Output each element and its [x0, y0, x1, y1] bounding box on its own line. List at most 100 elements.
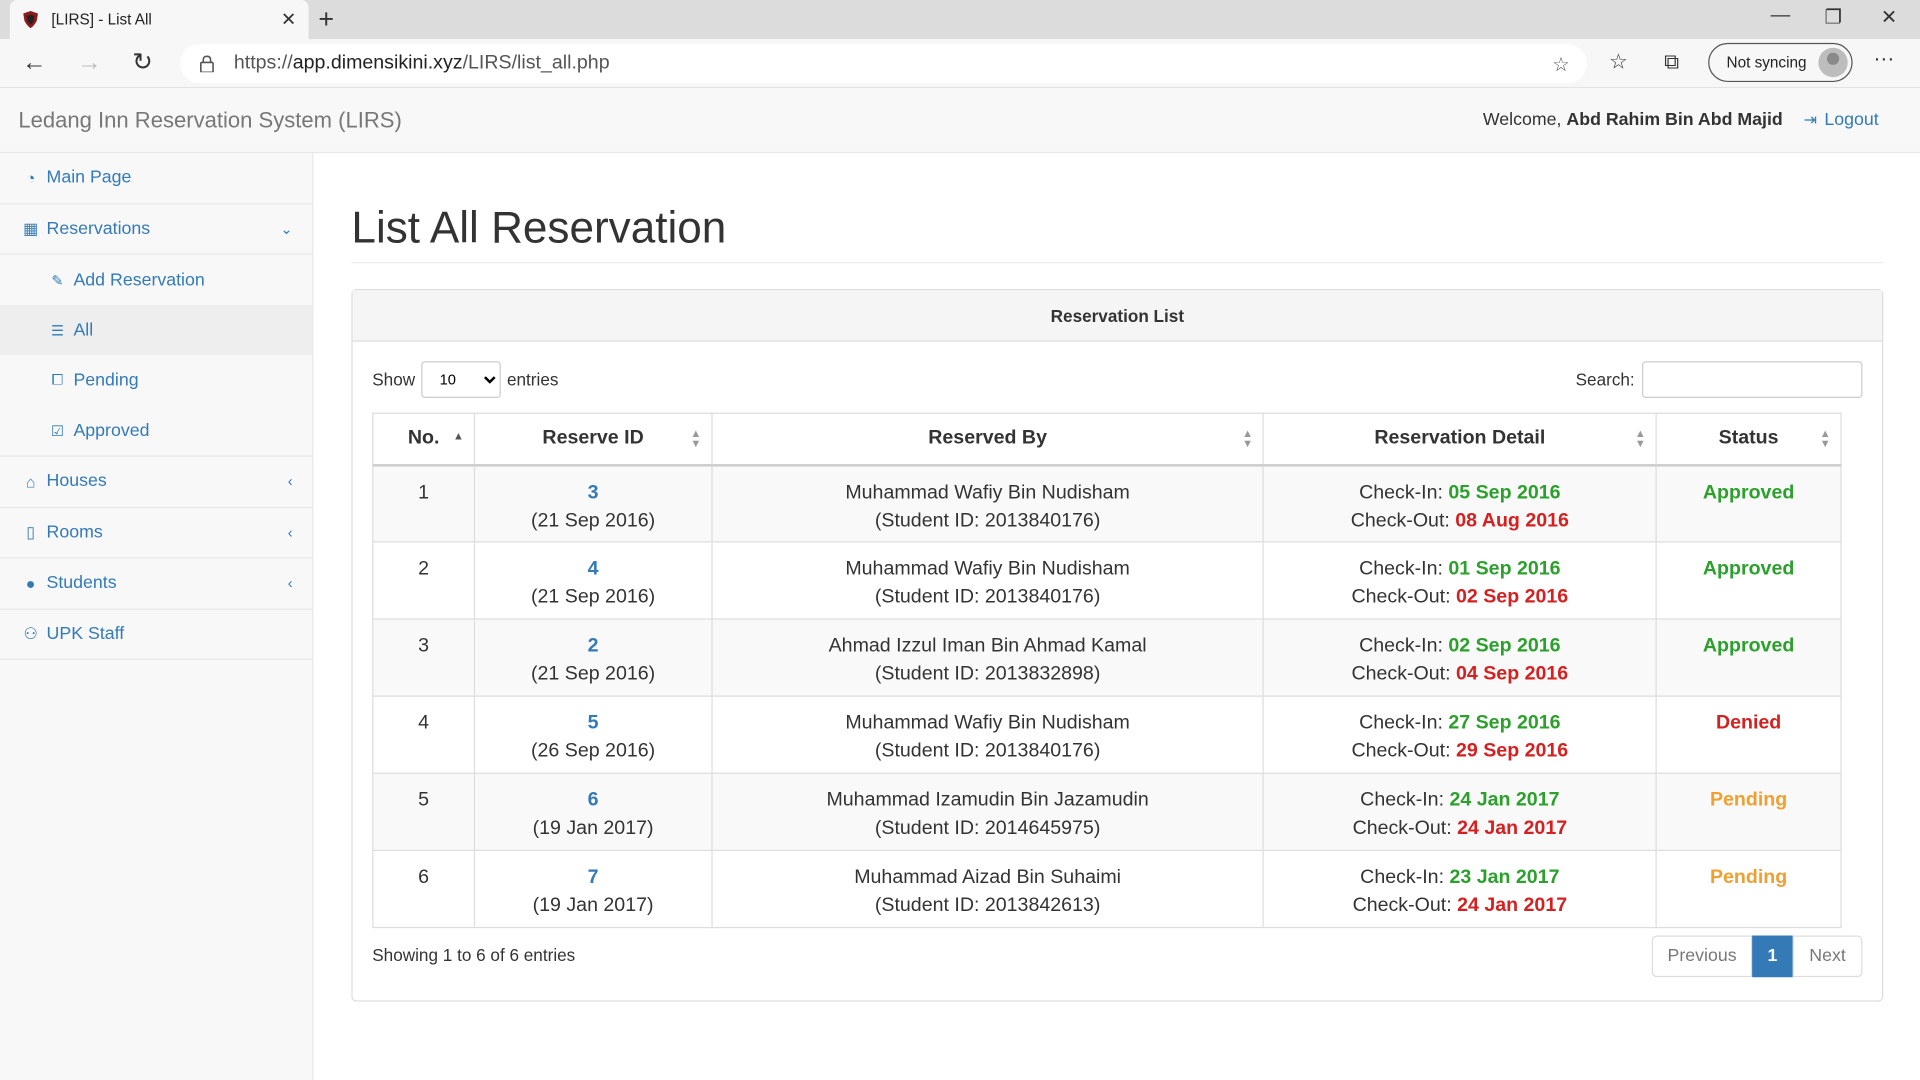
reserve-id-link[interactable]: 6: [588, 790, 599, 811]
checkout-date: 02 Sep 2016: [1455, 586, 1569, 608]
address-bar[interactable]: https://app.dimensikini.xyz/LIRS/list_al…: [180, 44, 1587, 84]
row-number: 6: [418, 866, 430, 888]
student-id: (Student ID: 2013832898): [874, 663, 1101, 685]
cell-reserve-id: 4 (21 Sep 2016): [473, 541, 713, 620]
sidebar-item-upk-staff[interactable]: ⚇ UPK Staff: [0, 609, 313, 661]
checkin-label: Check-In:: [1360, 866, 1450, 888]
sort-icon: ▲ ▼: [690, 427, 702, 450]
sidebar-label: Students: [46, 573, 117, 593]
chevron-left-icon: ‹: [287, 472, 293, 491]
status-badge: Approved: [1702, 558, 1795, 580]
cell-no: 1: [372, 464, 476, 543]
brand-title[interactable]: Ledang Inn Reservation System (LIRS): [18, 108, 401, 134]
forward-icon[interactable]: →: [77, 49, 101, 76]
sidebar-item-rooms[interactable]: ▯ Rooms ‹: [0, 508, 313, 559]
panel-heading: Reservation List: [352, 290, 1883, 342]
column-label: No.: [407, 427, 440, 449]
browser-tab[interactable]: [LIRS] - List All ✕: [9, 0, 309, 40]
sort-icon: ▲ ▼: [1819, 427, 1831, 450]
chevron-left-icon: ‹: [287, 523, 293, 541]
student-name: Muhammad Aizad Bin Suhaimi: [854, 866, 1122, 888]
table-row: 3 2 (21 Sep 2016) Ahmad Izzul Iman Bin Ahma…: [372, 618, 1842, 697]
share-square-icon: ⧠: [51, 371, 64, 389]
new-tab-icon[interactable]: +: [318, 4, 334, 34]
student-name: Muhammad Wafiy Bin Nudisham: [845, 558, 1130, 580]
next-page-button[interactable]: Next: [1792, 935, 1863, 978]
reserve-date: (21 Sep 2016): [530, 586, 656, 608]
checkin-label: Check-In:: [1359, 481, 1449, 503]
table-row: 4 5 (26 Sep 2016) Muhammad Wafiy Bin Nudish…: [372, 695, 1842, 774]
more-menu-icon[interactable]: ···: [1873, 47, 1894, 71]
cell-reserved-by: Muhammad Aizad Bin Suhaimi (Student ID: 2…: [711, 849, 1265, 929]
reserve-id-link[interactable]: 3: [588, 482, 599, 503]
status-badge: Approved: [1702, 635, 1795, 657]
table-row: 5 6 (19 Jan 2017) Muhammad Izamudin Bin Jaz…: [372, 772, 1842, 852]
cell-detail: Check-In: 05 Sep 2016 Check-Out: 08 Aug 2…: [1262, 464, 1657, 543]
cell-no: 6: [372, 849, 476, 929]
search-input[interactable]: [1642, 361, 1863, 398]
student-name: Ahmad Izzul Iman Bin Ahmad Kamal: [828, 635, 1147, 657]
sidebar-item-approved[interactable]: ☑ Approved: [0, 405, 312, 455]
previous-page-button[interactable]: Previous: [1651, 935, 1753, 978]
checkin-label: Check-In:: [1360, 789, 1450, 811]
sidebar-item-add-reservation[interactable]: ✎ Add Reservation: [0, 255, 312, 305]
url-host: app.dimensikini.xyz: [292, 52, 463, 74]
column-header-reserved-by[interactable]: Reserved By ▲ ▼: [711, 412, 1265, 466]
column-header-reserve-id[interactable]: Reserve ID ▲ ▼: [473, 412, 713, 466]
page-length-select[interactable]: 10: [421, 361, 501, 398]
student-id: (Student ID: 2013840176): [874, 510, 1101, 531]
url-path: /LIRS/list_all.php: [462, 52, 610, 74]
reserve-id-link[interactable]: 7: [588, 867, 599, 888]
sidebar-label: Rooms: [46, 522, 103, 543]
column-header-detail[interactable]: Reservation Detail ▲ ▼: [1262, 412, 1657, 466]
sidebar-item-houses[interactable]: ⌂ Houses ‹: [0, 457, 313, 508]
sidebar-label: Reservations: [46, 218, 151, 239]
reserve-id-link[interactable]: 5: [588, 713, 599, 734]
calendar-icon: ▦: [23, 218, 39, 238]
logout-link[interactable]: ⇥ Logout: [1804, 110, 1879, 130]
reservations-submenu: ✎ Add Reservation ☰ All ⧠ Pending ☑ Appr…: [0, 255, 313, 457]
close-tab-icon[interactable]: ✕: [281, 9, 296, 31]
checkin-date: 05 Sep 2016: [1448, 481, 1561, 503]
restore-icon[interactable]: ❐: [1824, 5, 1842, 29]
status-badge: Denied: [1715, 712, 1782, 734]
cell-detail: Check-In: 27 Sep 2016 Check-Out: 29 Sep 2…: [1262, 695, 1657, 774]
reload-icon[interactable]: ↻: [132, 49, 153, 76]
cell-reserved-by: Muhammad Izamudin Bin Jazamudin (Student …: [711, 772, 1265, 852]
sidebar-item-reservations[interactable]: ▦ Reservations ⌄: [0, 204, 313, 255]
welcome-text: Welcome, Abd Rahim Bin Abd Majid: [1483, 110, 1783, 130]
checkin-date: 02 Sep 2016: [1448, 635, 1561, 657]
cell-status: Approved: [1655, 464, 1842, 543]
cell-reserve-id: 2 (21 Sep 2016): [473, 618, 713, 697]
browser-toolbar: ← → ↻ https://app.dimensikini.xyz/LIRS/l…: [0, 39, 1920, 89]
reserve-id-link[interactable]: 4: [588, 558, 599, 579]
favorites-icon[interactable]: ☆: [1609, 50, 1628, 74]
cell-detail: Check-In: 02 Sep 2016 Check-Out: 04 Sep 2…: [1262, 618, 1657, 697]
length-control: Show 10 entries: [372, 361, 558, 398]
sidebar-label: All: [73, 320, 94, 340]
add-favorite-icon[interactable]: ☆: [1552, 53, 1570, 77]
page-1-button[interactable]: 1: [1752, 935, 1793, 978]
main-content: List All Reservation Reservation List Sh…: [315, 153, 1920, 1080]
sidebar-item-main-page[interactable]: ◔ Main Page: [0, 153, 313, 204]
sidebar-item-students[interactable]: ● Students ‹: [0, 558, 313, 610]
sync-button[interactable]: Not syncing: [1708, 42, 1853, 83]
sync-label: Not syncing: [1726, 53, 1807, 72]
cell-reserve-id: 3 (21 Sep 2016): [473, 464, 713, 543]
column-header-no[interactable]: No. ▲: [372, 412, 476, 466]
check-square-icon: ☑: [50, 421, 65, 439]
sidebar: ◔ Main Page ▦ Reservations ⌄ ✎ Add Reser…: [0, 153, 314, 1080]
back-icon[interactable]: ←: [22, 49, 46, 76]
collections-icon[interactable]: ⧉: [1664, 50, 1679, 74]
window-close-icon[interactable]: ✕: [1881, 5, 1897, 29]
status-badge: Pending: [1709, 866, 1788, 888]
column-header-status[interactable]: Status ▲ ▼: [1655, 412, 1842, 466]
search-label: Search:: [1575, 369, 1635, 390]
row-number: 4: [418, 712, 430, 734]
search-control: Search:: [1576, 361, 1863, 398]
reserve-id-link[interactable]: 2: [588, 636, 599, 657]
minimize-icon[interactable]: —: [1771, 5, 1791, 27]
table-row: 2 4 (21 Sep 2016) Muhammad Wafiy Bin Nudish…: [372, 541, 1842, 620]
sidebar-item-all[interactable]: ☰ All: [0, 304, 313, 356]
sidebar-item-pending[interactable]: ⧠ Pending: [0, 355, 312, 405]
